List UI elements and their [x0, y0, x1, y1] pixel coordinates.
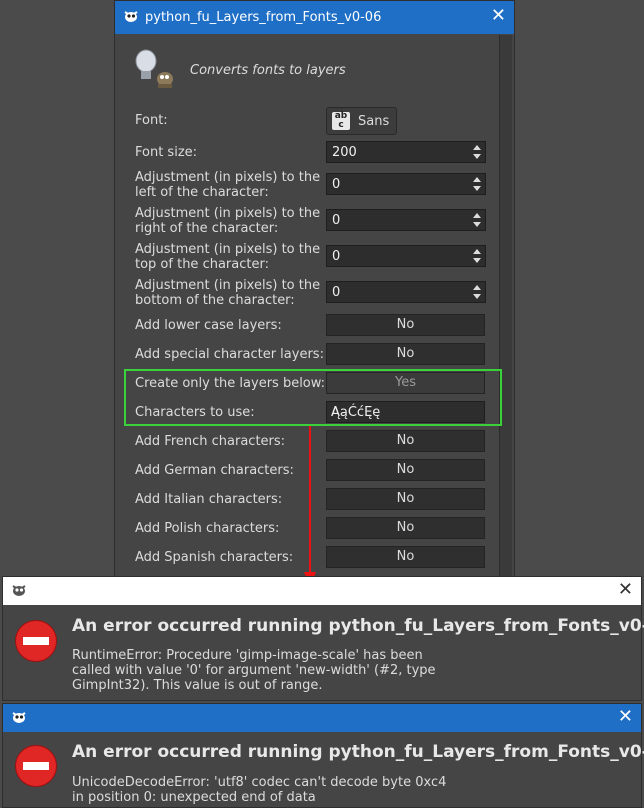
adj-left-label-line2: left of the character:	[135, 185, 269, 200]
adj-top-label-line1: Adjustment (in pixels) to the	[135, 242, 321, 257]
close-icon[interactable]: ✕	[618, 581, 633, 599]
spin-arrows-icon[interactable]	[472, 211, 483, 229]
adj-right-label-line2: right of the character:	[135, 221, 279, 236]
error-message-line3: GimpInt32). This value is out of range.	[72, 678, 323, 693]
lightbulb-icon	[131, 47, 177, 95]
error-stop-icon	[15, 620, 57, 662]
error-dialog-unicode: ✕ An error occurred running python_fu_La…	[2, 703, 644, 808]
adj-left-value: 0	[332, 177, 341, 192]
close-icon[interactable]: ✕	[618, 708, 633, 726]
german-toggle[interactable]: No	[326, 459, 485, 481]
close-icon[interactable]: ✕	[491, 7, 506, 25]
spanish-label: Add Spanish characters:	[135, 550, 294, 565]
error-heading: An error occurred running python_fu_Laye…	[72, 616, 644, 636]
font-icon: ab c	[332, 112, 350, 130]
adj-right-spinner[interactable]: 0	[326, 209, 486, 231]
error-message-line1: UnicodeDecodeError: 'utf8' codec can't d…	[72, 775, 447, 790]
polish-toggle[interactable]: No	[326, 517, 485, 539]
font-name: Sans	[358, 114, 390, 129]
dialog-scrollbar[interactable]	[499, 35, 512, 579]
adj-bottom-value: 0	[332, 285, 341, 300]
plugin-blurb: Converts fonts to layers	[190, 63, 346, 78]
error-message-line2: called with value '0' for argument 'new-…	[72, 663, 436, 678]
gimp-wilber-icon	[11, 710, 27, 728]
error-dialog-titlebar[interactable]: ✕	[3, 577, 641, 605]
adj-right-label-line1: Adjustment (in pixels) to the	[135, 206, 321, 221]
error-heading: An error occurred running python_fu_Laye…	[72, 742, 644, 762]
spin-arrows-icon[interactable]	[472, 283, 483, 301]
adj-bottom-label-line2: bottom of the character:	[135, 293, 295, 308]
lower-case-label: Add lower case layers:	[135, 318, 282, 333]
annotation-arrow-line	[309, 426, 311, 574]
spin-arrows-icon[interactable]	[472, 175, 483, 193]
plugin-dialog: python_fu_Layers_from_Fonts_v0-06 ✕ Conv…	[114, 0, 515, 580]
french-label: Add French characters:	[135, 434, 286, 449]
adj-top-value: 0	[332, 249, 341, 264]
polish-label: Add Polish characters:	[135, 521, 280, 536]
special-char-toggle[interactable]: No	[326, 343, 485, 365]
error-dialog-titlebar[interactable]: ✕	[3, 704, 641, 732]
lower-case-toggle[interactable]: No	[326, 314, 485, 336]
french-toggle[interactable]: No	[326, 430, 485, 452]
error-dialog-runtime: ✕ An error occurred running python_fu_La…	[2, 576, 644, 701]
spin-arrows-icon[interactable]	[472, 143, 483, 161]
font-selector-button[interactable]: ab c Sans	[326, 107, 397, 135]
italian-label: Add Italian characters:	[135, 492, 283, 507]
adj-top-label-line2: top of the character:	[135, 257, 269, 272]
gimp-wilber-icon	[123, 9, 139, 27]
adj-left-spinner[interactable]: 0	[326, 173, 486, 195]
spanish-toggle[interactable]: No	[326, 546, 485, 568]
special-char-label: Add special character layers:	[135, 347, 324, 362]
adj-bottom-label-line1: Adjustment (in pixels) to the	[135, 278, 321, 293]
error-message-line1: RuntimeError: Procedure 'gimp-image-scal…	[72, 648, 423, 663]
german-label: Add German characters:	[135, 463, 294, 478]
dialog-titlebar[interactable]: python_fu_Layers_from_Fonts_v0-06 ✕	[115, 1, 514, 34]
font-size-value: 200	[332, 145, 357, 160]
highlight-box	[124, 369, 502, 426]
italian-toggle[interactable]: No	[326, 488, 485, 510]
adj-right-value: 0	[332, 213, 341, 228]
error-stop-icon	[15, 745, 57, 787]
font-label: Font:	[135, 113, 168, 128]
dialog-title: python_fu_Layers_from_Fonts_v0-06	[145, 10, 382, 25]
adj-left-label-line1: Adjustment (in pixels) to the	[135, 170, 321, 185]
adj-top-spinner[interactable]: 0	[326, 245, 486, 267]
adj-bottom-spinner[interactable]: 0	[326, 281, 486, 303]
font-size-label: Font size:	[135, 145, 198, 160]
error-message-line2: in position 0: unexpected end of data	[72, 790, 316, 805]
gimp-wilber-icon	[11, 583, 27, 601]
font-size-spinner[interactable]: 200	[326, 141, 486, 163]
spin-arrows-icon[interactable]	[472, 247, 483, 265]
